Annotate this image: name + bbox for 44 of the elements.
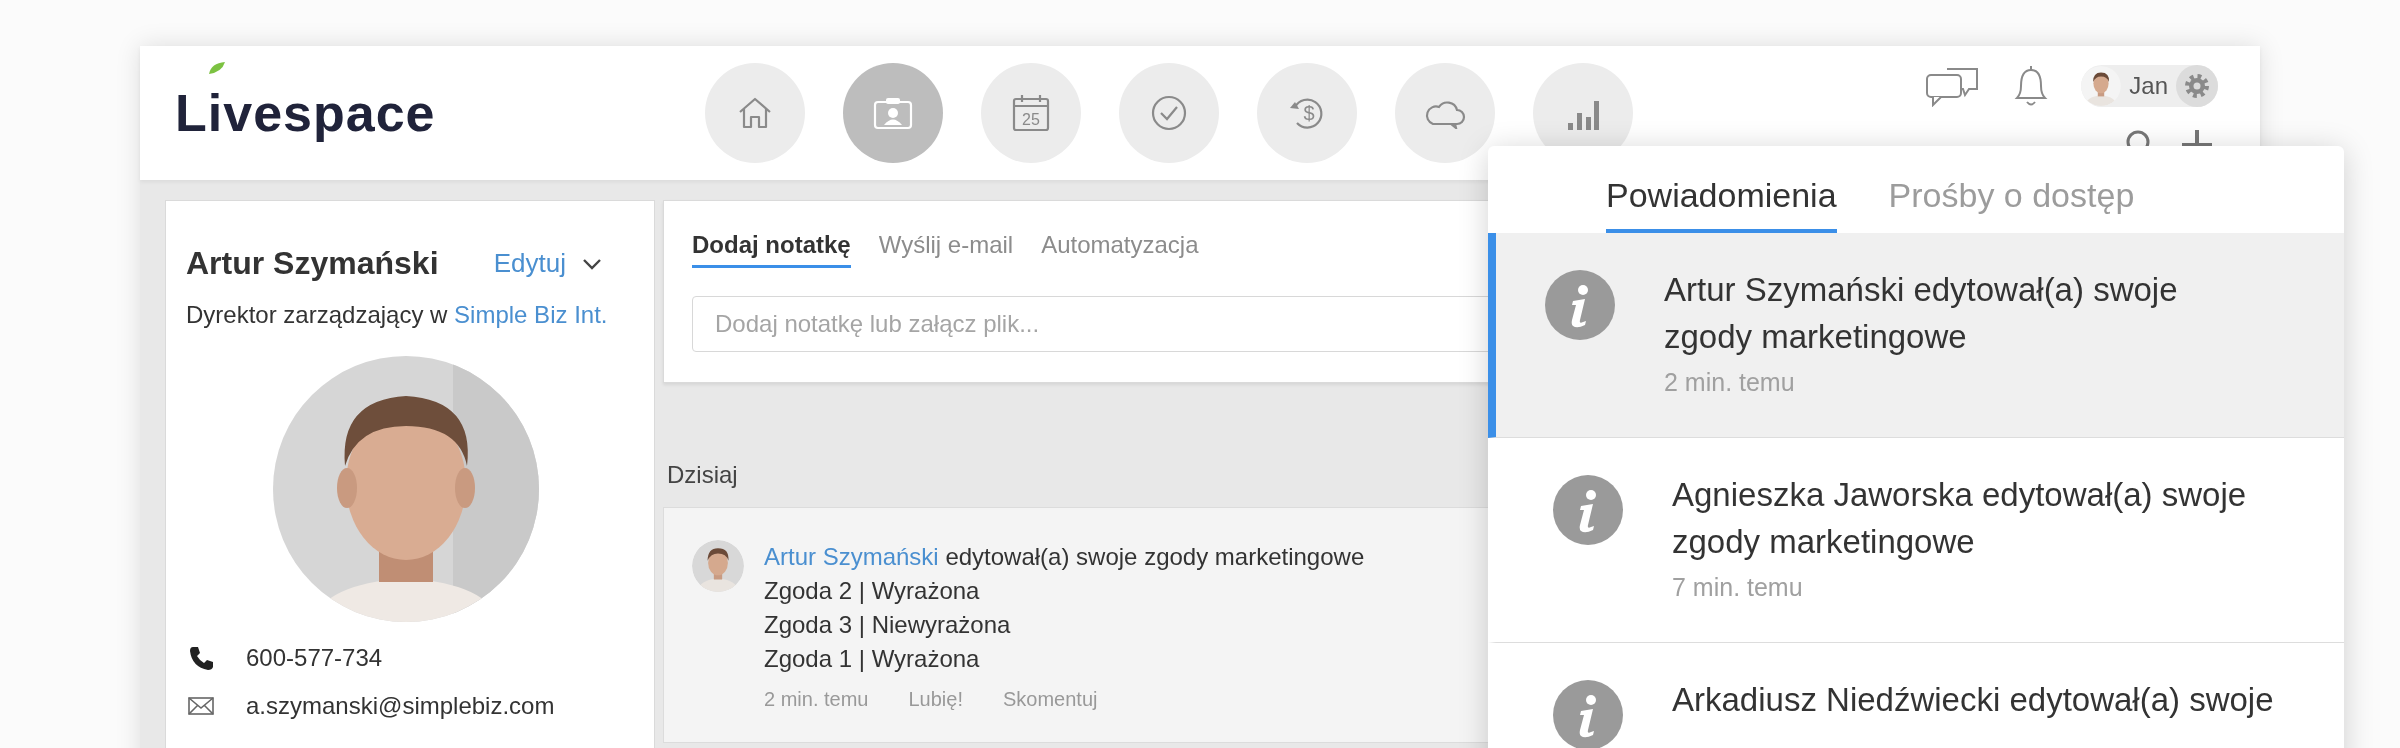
job-title: Dyrektor zarządzający w Simple Biz Int.: [186, 300, 609, 330]
settings-button[interactable]: [2176, 65, 2218, 107]
chevron-icon: [582, 257, 602, 270]
activity-time: 2 min. temu: [764, 687, 869, 712]
avatar: [692, 540, 744, 592]
consent-line: Zgoda 3 | Niewyrażona: [764, 610, 1012, 640]
notification-time: 7 min. temu: [1672, 573, 1804, 602]
leaf-icon: [208, 61, 226, 75]
user-menu[interactable]: Jan: [2081, 65, 2218, 107]
activity-action[interactable]: Lubię!: [908, 682, 963, 716]
consent-line: Zgoda 2 | Wyrażona: [764, 576, 981, 606]
check-circle-icon: [1150, 94, 1188, 132]
composer-tab[interactable]: Dodaj notatkę: [692, 231, 851, 268]
notification-item[interactable]: Artur Szymański edytował(a) swoje zgody marketingowe 2 min. temu: [1488, 233, 2344, 438]
panel-tab[interactable]: Prośby o dostęp: [1888, 176, 2135, 233]
envelope-icon: [186, 696, 216, 716]
email-address: a.szymanski@simplebiz.com: [246, 692, 555, 720]
info-icon: [1553, 680, 1623, 748]
consent-line: Zgoda 1 | Wyrażona: [764, 644, 981, 674]
date-heading: Dzisiaj: [667, 461, 739, 489]
avatar: [2081, 66, 2122, 106]
settings-icon: [2184, 73, 2210, 99]
composer-tab[interactable]: Wyślij e-mail: [878, 231, 1014, 268]
info-icon: [1553, 475, 1623, 545]
info-icon: [1545, 270, 1615, 340]
company-link[interactable]: Simple Biz Int.: [454, 301, 608, 328]
contact-name: Artur Szymański: [186, 245, 439, 282]
notification-item[interactable]: Arkadiusz Niedźwiecki edytował(a) swoje: [1488, 643, 2344, 748]
nav-button[interactable]: $: [1257, 63, 1357, 163]
nav-button[interactable]: 25: [981, 63, 1081, 163]
notification-text: Agnieszka Jaworska edytował(a) swoje zgody marketingowe: [1672, 475, 2248, 562]
logo: Livespace: [175, 83, 436, 143]
notification-text: Arkadiusz Niedźwiecki edytował(a) swoje: [1672, 680, 2275, 720]
activity-action[interactable]: Skomentuj: [1003, 682, 1098, 716]
home-icon: [737, 96, 773, 130]
user-name: Jan: [2129, 72, 2168, 100]
composer-tab[interactable]: Automatyzacja: [1041, 231, 1199, 268]
phone-number: 600-577-734: [246, 644, 383, 672]
edit-button[interactable]: Edytuj: [493, 248, 626, 279]
author-link[interactable]: Artur Szymański: [764, 543, 939, 570]
notification-time: 2 min. temu: [1664, 368, 1796, 397]
notification-item[interactable]: Agnieszka Jaworska edytował(a) swoje zgody marketingowe 7 min. temu: [1488, 438, 2344, 643]
activity-text: Artur Szymański edytował(a) swoje zgody marketingowe: [764, 542, 1365, 572]
contact-card-icon: [873, 96, 913, 130]
